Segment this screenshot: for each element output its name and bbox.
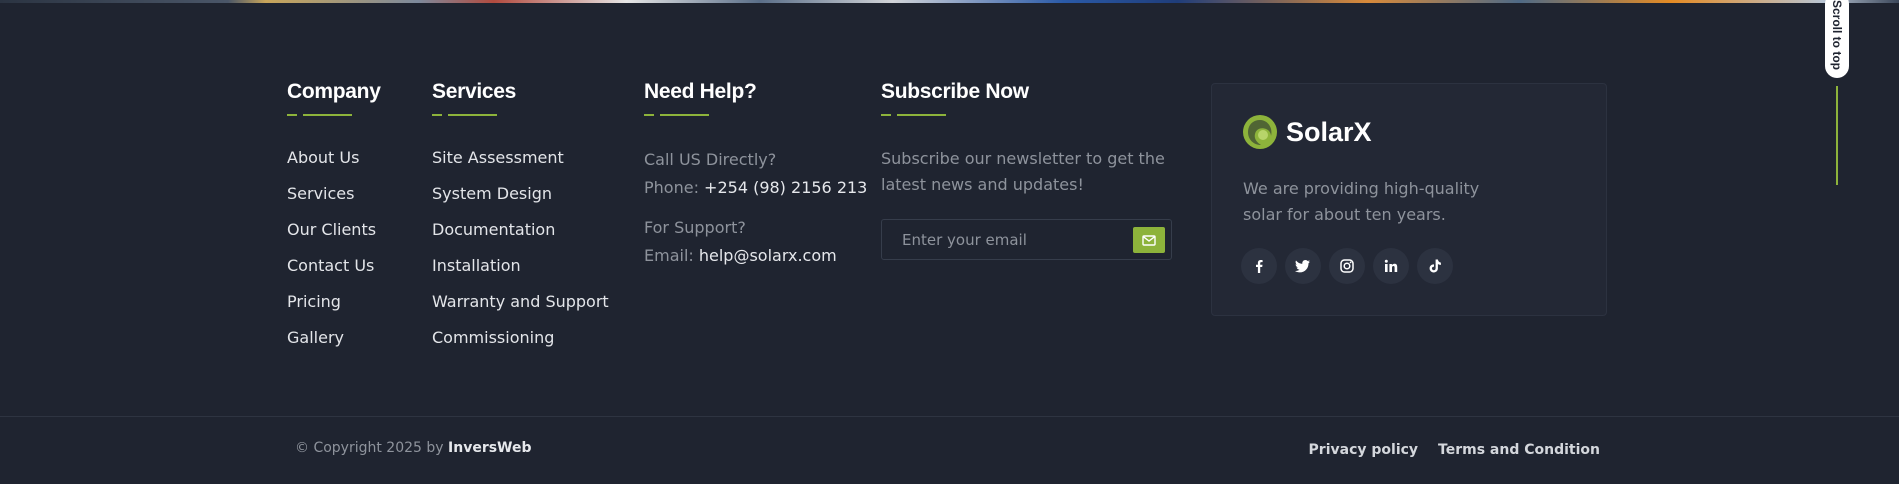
phone-prefix: Phone: (644, 178, 699, 197)
brand-card: SolarX We are providing high-quality sol… (1211, 83, 1607, 316)
twitter-icon (1295, 260, 1310, 273)
tiktok-button[interactable] (1417, 248, 1453, 284)
link-documentation[interactable]: Documentation (432, 220, 609, 256)
phone-link[interactable]: +254 (98) 2156 213 (704, 178, 867, 197)
subscribe-column: Subscribe Now Subscribe our newsletter t… (881, 80, 1172, 260)
copyright-brand-link[interactable]: InversWeb (448, 440, 532, 456)
email-input[interactable] (882, 220, 1122, 259)
terms-link[interactable]: Terms and Condition (1438, 442, 1600, 458)
tiktok-icon (1429, 259, 1441, 273)
brand[interactable]: SolarX (1242, 114, 1372, 150)
link-services[interactable]: Services (287, 184, 381, 220)
social-links (1241, 248, 1453, 284)
services-heading: Services (432, 80, 517, 103)
company-column: Company About Us Services Our Clients Co… (287, 80, 381, 364)
link-contact-us[interactable]: Contact Us (287, 256, 381, 292)
call-label: Call US Directly? (644, 150, 777, 169)
legal-links: Privacy policy Terms and Condition (1309, 442, 1600, 458)
heading-underline (881, 114, 951, 117)
solarx-logo-icon (1243, 115, 1277, 149)
footer-bottom-bar: © Copyright 2025 by InversWeb Privacy po… (0, 416, 1899, 484)
help-contacts: Call US Directly? Phone: +254 (98) 2156 … (644, 146, 867, 270)
envelope-icon (1142, 234, 1156, 246)
link-installation[interactable]: Installation (432, 256, 609, 292)
twitter-button[interactable] (1285, 248, 1321, 284)
facebook-button[interactable] (1241, 248, 1277, 284)
copyright-text: © Copyright 2025 by (295, 440, 444, 456)
link-about-us[interactable]: About Us (287, 148, 381, 184)
heading-underline (644, 114, 714, 117)
scroll-to-top-label: Scroll to top (1830, 0, 1844, 70)
link-pricing[interactable]: Pricing (287, 292, 381, 328)
newsletter-form (881, 219, 1172, 260)
help-column: Need Help? Call US Directly? Phone: +254… (644, 80, 867, 270)
services-column: Services Site Assessment System Design D… (432, 80, 609, 364)
brand-name: SolarX (1286, 116, 1372, 147)
linkedin-icon (1384, 259, 1398, 272)
link-warranty-support[interactable]: Warranty and Support (432, 292, 609, 328)
link-system-design[interactable]: System Design (432, 184, 609, 220)
support-label: For Support? (644, 218, 746, 237)
link-site-assessment[interactable]: Site Assessment (432, 148, 609, 184)
link-our-clients[interactable]: Our Clients (287, 220, 381, 256)
company-heading: Company (287, 80, 381, 103)
footer-main: Company About Us Services Our Clients Co… (0, 0, 1899, 416)
services-links: Site Assessment System Design Documentat… (432, 148, 609, 364)
scroll-progress-line (1836, 86, 1838, 185)
facebook-icon (1256, 260, 1263, 273)
linkedin-button[interactable] (1373, 248, 1409, 284)
subscribe-description: Subscribe our newsletter to get the late… (881, 149, 1165, 194)
email-prefix: Email: (644, 246, 694, 265)
instagram-icon (1340, 259, 1354, 273)
brand-description: We are providing high-quality solar for … (1243, 179, 1480, 224)
subscribe-heading: Subscribe Now (881, 80, 1029, 103)
email-link[interactable]: help@solarx.com (699, 246, 837, 265)
scroll-to-top-button[interactable]: Scroll to top (1825, 0, 1849, 78)
heading-underline (432, 114, 502, 117)
link-commissioning[interactable]: Commissioning (432, 328, 609, 364)
heading-underline (287, 114, 357, 117)
copyright: © Copyright 2025 by InversWeb (295, 440, 532, 456)
company-links: About Us Services Our Clients Contact Us… (287, 148, 381, 364)
help-heading: Need Help? (644, 80, 757, 103)
link-gallery[interactable]: Gallery (287, 328, 381, 364)
instagram-button[interactable] (1329, 248, 1365, 284)
subscribe-button[interactable] (1133, 227, 1165, 253)
privacy-policy-link[interactable]: Privacy policy (1309, 442, 1419, 458)
